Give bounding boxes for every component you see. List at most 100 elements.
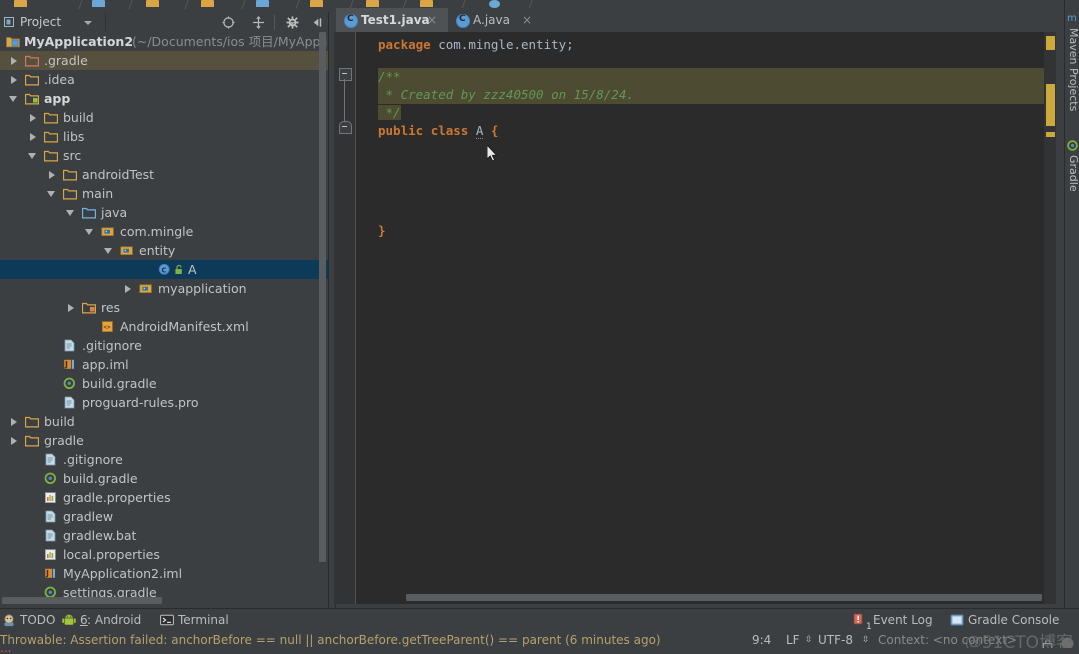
expand-arrow-icon[interactable]: [11, 437, 17, 445]
tree-item-entity[interactable]: entity: [0, 241, 328, 260]
java-class-icon: C: [158, 263, 172, 276]
tree-item-build[interactable]: build: [0, 108, 328, 127]
editor-gutter[interactable]: [334, 32, 356, 604]
tree-item-androidtest[interactable]: androidTest: [0, 165, 328, 184]
gradle-icon: [1067, 140, 1078, 151]
tree-row-root[interactable]: MyApplication2 (~/Documents/ios 项目/MyApp…: [0, 32, 328, 51]
line-separator[interactable]: LF: [786, 633, 800, 647]
tree-item-label: src: [63, 146, 81, 165]
tool-button-label: Terminal: [178, 609, 229, 631]
tree-item-gradlew-bat[interactable]: gradlew.bat: [0, 526, 328, 545]
scrollbar-thumb[interactable]: [2, 597, 162, 604]
tree-item-proguard-rules-pro[interactable]: proguard-rules.pro: [0, 393, 328, 412]
tree-item-label: gradlew.bat: [63, 526, 136, 545]
tree-item-gradle[interactable]: gradle: [0, 431, 328, 450]
expand-arrow-icon[interactable]: [11, 76, 17, 84]
collapse-arrow-icon[interactable]: [9, 96, 17, 102]
project-tree-vertical-scrollbar[interactable]: [318, 32, 327, 562]
chevron-down-icon[interactable]: [289, 22, 295, 25]
mouse-cursor: [487, 145, 498, 162]
tree-item--gradle[interactable]: .gradle: [0, 51, 328, 70]
tree-item-src[interactable]: src: [0, 146, 328, 165]
scrollbar-thumb[interactable]: [319, 32, 326, 562]
editor-horizontal-scrollbar[interactable]: [356, 592, 1056, 602]
tree-item-main[interactable]: main: [0, 184, 328, 203]
project-panel-title: Project: [20, 15, 61, 29]
collapse-arrow-icon[interactable]: [28, 153, 36, 159]
tree-item-build-gradle[interactable]: build.gradle: [0, 469, 328, 488]
javadoc-end: */: [378, 105, 401, 120]
close-icon[interactable]: ×: [522, 8, 532, 32]
tree-item-app[interactable]: app: [0, 89, 328, 108]
tree-item-app-iml[interactable]: Japp.iml: [0, 355, 328, 374]
tree-item-label: local.properties: [63, 545, 160, 564]
collapse-arrow-icon[interactable]: [104, 248, 112, 254]
editor-marker-bar[interactable]: [1044, 32, 1056, 604]
tree-item-label: .gitignore: [63, 450, 123, 469]
tree-item-libs[interactable]: libs: [0, 127, 328, 146]
tab-a-java[interactable]: A.java ×: [448, 8, 542, 32]
scrollbar-thumb[interactable]: [406, 594, 1042, 601]
tree-item-gradlew[interactable]: gradlew: [0, 507, 328, 526]
expand-arrow-icon[interactable]: [125, 285, 131, 293]
expand-arrow-icon[interactable]: [11, 57, 17, 65]
project-tree-horizontal-scrollbar[interactable]: [0, 596, 328, 605]
fold-region-end-icon[interactable]: [339, 121, 352, 134]
collapse-arrow-icon[interactable]: [85, 229, 93, 235]
source-folder-icon: [82, 206, 96, 219]
tree-item-build[interactable]: build: [0, 412, 328, 431]
line-separator-chevron-icon[interactable]: ⇳: [805, 635, 813, 645]
code-line-4: * Created by zzz40500 on 15/8/24.: [378, 86, 1056, 104]
text-file-icon: [63, 339, 77, 352]
collapse-arrow-icon[interactable]: [47, 191, 55, 197]
file-encoding[interactable]: UTF-8: [818, 633, 853, 647]
encoding-chevron-icon[interactable]: ⇳: [862, 635, 870, 645]
expand-arrow-icon[interactable]: [49, 171, 55, 179]
tab-test1-java[interactable]: Test1.java ×: [336, 8, 448, 32]
tree-item-res[interactable]: res: [0, 298, 328, 317]
tree-item-com-mingle[interactable]: com.mingle: [0, 222, 328, 241]
gradle-file-icon: [44, 472, 58, 485]
collapse-arrow-icon[interactable]: [66, 210, 74, 216]
fold-collapse-icon[interactable]: [339, 68, 352, 81]
expand-arrow-icon[interactable]: [30, 114, 36, 122]
expand-arrow-icon[interactable]: [68, 304, 74, 312]
expand-collapse-icon[interactable]: [252, 16, 265, 29]
chevron-down-icon[interactable]: [84, 21, 92, 25]
tool-button-maven-projects[interactable]: Maven Projects: [1065, 28, 1079, 111]
project-tree[interactable]: MyApplication2 (~/Documents/ios 项目/MyApp…: [0, 32, 328, 604]
tree-item-label: androidTest: [82, 165, 154, 184]
tree-item-build-gradle[interactable]: build.gradle: [0, 374, 328, 393]
tree-item-myapplication2-iml[interactable]: JMyApplication2.iml: [0, 564, 328, 583]
code-editor[interactable]: package com.mingle.entity; /** * Created…: [334, 32, 1056, 604]
tree-item--gitignore[interactable]: .gitignore: [0, 336, 328, 355]
marker-stripe[interactable]: [1046, 132, 1055, 137]
tree-item-label: gradle: [44, 431, 84, 450]
caret-position[interactable]: 9:4: [752, 633, 771, 647]
close-icon[interactable]: ×: [427, 8, 437, 32]
project-panel-header: Project: [0, 12, 334, 33]
tree-item--gitignore[interactable]: .gitignore: [0, 450, 328, 469]
tree-item-java[interactable]: java: [0, 203, 328, 222]
brace-open: {: [491, 123, 499, 138]
marker-stripe[interactable]: [1046, 36, 1055, 50]
expand-arrow-icon[interactable]: [30, 133, 36, 141]
tree-item-local-properties[interactable]: local.properties: [0, 545, 328, 564]
marker-stripe[interactable]: [1046, 84, 1055, 126]
code-line-1: package com.mingle.entity;: [378, 36, 574, 54]
tree-item--idea[interactable]: .idea: [0, 70, 328, 89]
editor-text-area[interactable]: package com.mingle.entity; /** * Created…: [356, 32, 1056, 594]
status-message[interactable]: Throwable: Assertion failed: anchorBefor…: [0, 633, 661, 647]
tree-item-label: myapplication: [158, 279, 247, 298]
expand-arrow-icon[interactable]: [11, 418, 17, 426]
tree-item-myapplication[interactable]: myapplication: [0, 279, 328, 298]
code-line-6: public class A {: [378, 122, 498, 140]
tree-item-label: app.iml: [82, 355, 129, 374]
java-class-icon: [344, 14, 358, 28]
hide-panel-icon[interactable]: [310, 16, 323, 29]
tree-item-gradle-properties[interactable]: gradle.properties: [0, 488, 328, 507]
tree-item-androidmanifest-xml[interactable]: <>AndroidManifest.xml: [0, 317, 328, 336]
tree-item-a[interactable]: CA: [0, 260, 328, 279]
locate-icon[interactable]: [222, 16, 235, 29]
tool-button-gradle[interactable]: Gradle: [1065, 155, 1079, 192]
